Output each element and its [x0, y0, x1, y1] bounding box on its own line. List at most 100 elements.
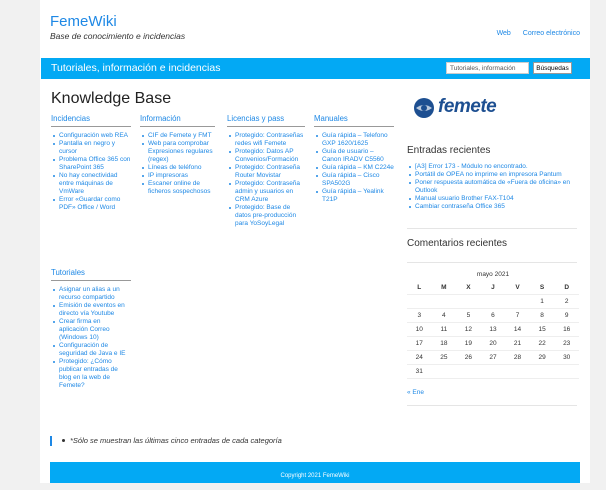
calendar-day: 29	[529, 350, 555, 365]
top-nav: Web Correo electrónico	[487, 30, 580, 37]
calendar-day: 28	[505, 350, 530, 365]
list-item[interactable]: Guía rápida – Cisco SPA502G	[316, 172, 394, 188]
list-item[interactable]: Guía rápida – Yealink T21P	[316, 188, 394, 204]
list-item[interactable]: Protegido: Contraseña Router Movistar	[229, 164, 305, 180]
calendar-week: 12	[407, 294, 579, 309]
banner: Tutoriales, información e incidencias Bú…	[41, 58, 590, 79]
calendar-table: LMXJVSD 1 2 3 4 5 6 7 8 9 10 11 12 13 14 15 16 17 18 19 20 2…	[407, 281, 579, 379]
calendar-day: 14	[505, 322, 530, 337]
list-item[interactable]: No hay conectividad entre máquinas de Vm…	[53, 172, 131, 196]
category-list: Configuración web REA Pantalla en negro …	[51, 132, 131, 212]
search-input[interactable]	[446, 62, 529, 74]
list-item[interactable]: Cambiar contraseña Office 365	[409, 203, 590, 211]
calendar-day	[480, 364, 506, 379]
list-item[interactable]: Crear firma en aplicación Correo (Window…	[53, 318, 131, 342]
logo-text: femete	[438, 96, 497, 117]
copyright-text: Copyright 2021 FemeWiki	[280, 473, 350, 479]
calendar-day: 3	[407, 308, 432, 323]
calendar-day: 19	[456, 336, 481, 351]
calendar-prev-link[interactable]: « Ene	[407, 389, 424, 396]
list-item[interactable]: Manual usuario Brother FAX-T104	[409, 195, 590, 203]
calendar-day: 1	[529, 294, 555, 309]
list-item[interactable]: Escaner online de ficheros sospechosos	[142, 180, 215, 196]
note-text: *Sólo se muestran las últimas cinco entr…	[70, 436, 282, 445]
list-item[interactable]: Poner respuesta automática de «Fuera de …	[409, 179, 590, 195]
category-heading[interactable]: Licencias y pass	[227, 114, 305, 127]
calendar-day: 27	[480, 350, 506, 365]
calendar-day: 24	[407, 350, 432, 365]
calendar-day: 8	[529, 308, 555, 323]
calendar-week: 3456789	[407, 308, 579, 323]
calendar-day	[505, 294, 530, 309]
list-item[interactable]: Asignar un alias a un recurso compartido	[53, 286, 131, 302]
calendar-weekday: L	[407, 281, 432, 295]
site-title[interactable]: FemeWiki	[50, 14, 580, 30]
calendar-day: 18	[431, 336, 457, 351]
calendar-day: 26	[456, 350, 481, 365]
calendar-day: 9	[554, 308, 579, 323]
list-item[interactable]: Protegido: Contraseñas redes wifi Femete	[229, 132, 305, 148]
calendar-day: 11	[431, 322, 457, 337]
list-item[interactable]: Guía rápida – Telefono GXP 1620/1625	[316, 132, 394, 148]
list-item[interactable]: Emisión de eventos en directo vía Youtub…	[53, 302, 131, 318]
list-item[interactable]: Configuración web REA	[53, 132, 131, 140]
list-item[interactable]: CIF de Femete y FMT	[142, 132, 215, 140]
calendar-week: 17 18 19 20 21 22 23	[407, 336, 579, 351]
category-licencias: Licencias y pass Protegido: Contraseñas …	[227, 114, 305, 228]
calendar-day: 17	[407, 336, 432, 351]
calendar-day: 22	[529, 336, 555, 351]
calendar-day: 30	[554, 350, 579, 365]
list-item[interactable]: Guía de usuario – Canon IRADV C5560	[316, 148, 394, 164]
calendar-weekday: V	[505, 281, 530, 295]
list-item[interactable]: [A3] Error 173 - Módulo no encontrado.	[409, 163, 590, 171]
category-heading[interactable]: Información	[140, 114, 215, 127]
list-item[interactable]: Protegido: Base de datos pre-producción …	[229, 204, 305, 228]
category-informacion: Información CIF de Femete y FMT Web para…	[140, 114, 215, 196]
category-list: Guía rápida – Telefono GXP 1620/1625 Guí…	[314, 132, 394, 204]
calendar-day	[505, 364, 530, 379]
recent-posts-list: [A3] Error 173 - Módulo no encontrado. P…	[407, 163, 590, 211]
category-heading[interactable]: Manuales	[314, 114, 394, 127]
calendar-weekday: M	[431, 281, 457, 295]
nav-link-email[interactable]: Correo electrónico	[523, 30, 580, 37]
list-item[interactable]: IP impresoras	[142, 172, 215, 180]
list-item[interactable]: Web para comprobar Expresiones regulares…	[142, 140, 215, 164]
list-item[interactable]: Protegido: ¿Cómo publicar entradas de bl…	[53, 358, 131, 390]
list-item[interactable]: Líneas de teléfono	[142, 164, 215, 172]
list-item[interactable]: Configuración de seguridad de Java e IE	[53, 342, 131, 358]
note-accent	[50, 436, 52, 446]
calendar-day: 12	[456, 322, 481, 337]
recent-comments-title: Comentarios recientes	[407, 238, 508, 249]
category-incidencias: Incidencias Configuración web REA Pantal…	[51, 114, 131, 212]
category-list: Asignar un alias a un recurso compartido…	[51, 286, 131, 390]
nav-link-web[interactable]: Web	[497, 30, 511, 37]
category-heading[interactable]: Incidencias	[51, 114, 131, 127]
page: FemeWiki Base de conocimiento e incidenc…	[40, 0, 590, 483]
list-item[interactable]: Problema Office 365 con SharePoint 365	[53, 156, 131, 172]
list-item[interactable]: Portátil de OPEA no imprime en impresora…	[409, 171, 590, 179]
search-button[interactable]: Búsquedas	[533, 62, 572, 74]
calendar-day: 2	[554, 294, 579, 309]
calendar-day: 25	[431, 350, 457, 365]
calendar-week: 10 11 12 13 14 15 16	[407, 322, 579, 337]
list-item[interactable]: Protegido: Contraseña admin y usuarios e…	[229, 180, 305, 204]
calendar-day	[407, 294, 432, 309]
category-tutoriales: Tutoriales Asignar un alias a un recurso…	[51, 268, 131, 390]
calendar-day: 23	[554, 336, 579, 351]
globe-icon	[414, 98, 434, 118]
calendar-week: 31	[407, 364, 579, 379]
list-item[interactable]: Error «Guardar como PDF» Office / Word	[53, 196, 131, 212]
site-header: FemeWiki Base de conocimiento e incidenc…	[50, 14, 580, 46]
calendar-day: 4	[431, 308, 457, 323]
list-item[interactable]: Guía rápida – KM C224e	[316, 164, 394, 172]
calendar-day: 13	[480, 322, 506, 337]
list-item[interactable]: Protegido: Datos AP Convenios/Formación	[229, 148, 305, 164]
calendar-day: 16	[554, 322, 579, 337]
list-item[interactable]: Pantalla en negro y cursor	[53, 140, 131, 156]
calendar-week: 24 25 26 27 28 29 30	[407, 350, 579, 365]
category-heading[interactable]: Tutoriales	[51, 268, 131, 281]
divider	[407, 405, 577, 406]
calendar-day	[456, 294, 481, 309]
calendar-day: 5	[456, 308, 481, 323]
femete-logo[interactable]: femete	[413, 96, 523, 120]
